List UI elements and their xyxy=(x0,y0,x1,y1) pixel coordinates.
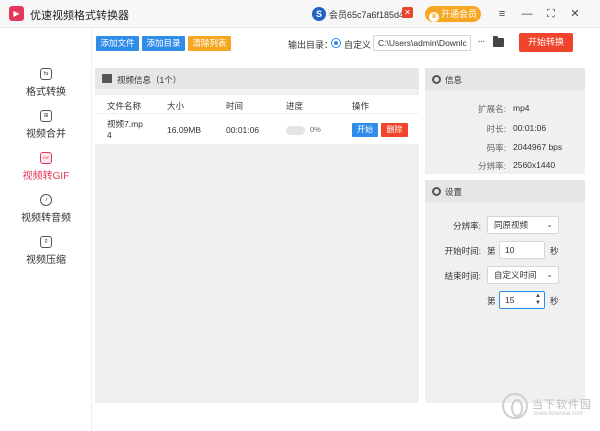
end-unit: 秒 xyxy=(550,296,559,306)
start-unit: 秒 xyxy=(550,246,559,256)
app-logo-icon: ▶ xyxy=(9,6,24,21)
sidebar-item-label: 视频转音频 xyxy=(21,213,71,224)
progress-bar xyxy=(286,126,305,135)
end-mode-value: 自定义时间 xyxy=(494,270,537,280)
watermark-subtext: www.downxia.com xyxy=(534,411,584,417)
sidebar-item-label: 视频合并 xyxy=(26,129,66,140)
sidebar-item-video-to-gif[interactable]: GIF 视频转GIF xyxy=(0,152,92,192)
settings-panel: 设置 分辨率: 同原视频 ⌄ 开始时间: 第 10 秒 结束时间: 自定义时间 … xyxy=(425,180,585,403)
start-prefix: 第 xyxy=(487,246,496,256)
start-convert-button[interactable]: 开始转换 xyxy=(519,33,573,52)
merge-icon: ⊞ xyxy=(40,110,52,122)
info-resolution-value: 2560x1440 xyxy=(513,160,556,170)
info-ext-label: 扩展名: xyxy=(478,104,506,114)
info-header: 信息 xyxy=(425,68,585,91)
output-path-field[interactable]: C:\Users\admin\Downlc xyxy=(373,35,471,51)
end-prefix: 第 xyxy=(487,296,496,306)
custom-dir-radio[interactable] xyxy=(331,38,341,48)
info-title: 信息 xyxy=(445,75,463,85)
stepper-icon[interactable]: ▲ ▼ xyxy=(535,293,541,307)
column-header-size: 大小 xyxy=(167,101,185,111)
maximize-icon[interactable]: ⛶ xyxy=(543,6,559,22)
open-vip-label: 开通会员 xyxy=(440,9,477,19)
end-time-label: 结束时间: xyxy=(444,271,481,281)
watermark-text: 当下软件园 xyxy=(532,399,592,411)
format-icon: ⇆ xyxy=(40,68,52,80)
member-id[interactable]: 会员65c7a6f185d4 xyxy=(329,8,404,21)
sidebar: ⇆ 格式转换 ⊞ 视频合并 GIF 视频转GIF ♪ 视频转音频 ⇕ 视频压缩 xyxy=(0,28,92,431)
gear-icon xyxy=(432,187,441,196)
info-resolution-label: 分辨率: xyxy=(478,161,506,171)
image-icon xyxy=(102,74,112,83)
sidebar-item-video-to-audio[interactable]: ♪ 视频转音频 xyxy=(0,194,92,234)
chevron-down-icon: ⌄ xyxy=(546,220,553,229)
title-bar: ▶ 优速视频格式转换器 S 会员65c7a6f185d4 ✕ ♛ 开通会员 ≡ —… xyxy=(0,0,600,28)
resolution-value: 同原视频 xyxy=(494,220,529,230)
add-directory-button[interactable]: 添加目录 xyxy=(142,36,185,51)
info-duration-label: 时长: xyxy=(486,124,506,134)
file-list-header: 视频信息（1个） xyxy=(95,68,419,89)
info-panel: 信息 扩展名: mp4 时长: 00:01:06 码率: 2044967 bps… xyxy=(425,68,585,174)
settings-title: 设置 xyxy=(445,187,463,197)
resolution-select[interactable]: 同原视频 ⌄ xyxy=(487,216,559,234)
start-time-label: 开始时间: xyxy=(444,246,481,256)
start-button[interactable]: 开始 xyxy=(352,123,378,137)
open-vip-button[interactable]: ♛ 开通会员 xyxy=(425,6,481,22)
end-mode-select[interactable]: 自定义时间 ⌄ xyxy=(487,266,559,284)
output-dir-label: 输出目录： xyxy=(288,40,334,50)
folder-icon[interactable] xyxy=(493,36,504,47)
sidebar-item-label: 格式转换 xyxy=(26,87,66,98)
info-bitrate-label: 码率: xyxy=(486,143,506,153)
delete-button[interactable]: 删除 xyxy=(381,123,408,137)
resolution-label: 分辨率: xyxy=(453,221,481,231)
settings-header: 设置 xyxy=(425,180,585,203)
table-header: 文件名称 大小 时间 进度 操作 xyxy=(95,95,419,113)
column-header-progress: 进度 xyxy=(286,101,304,111)
clear-list-button[interactable]: 清除列表 xyxy=(188,36,231,51)
info-ext-value: mp4 xyxy=(513,103,530,113)
more-options-icon[interactable]: ··· xyxy=(474,36,488,50)
info-duration-value: 00:01:06 xyxy=(513,123,547,133)
file-duration: 00:01:06 xyxy=(226,125,260,135)
add-file-button[interactable]: 添加文件 xyxy=(96,36,139,51)
crown-icon: ♛ xyxy=(428,12,439,22)
file-list-panel: 视频信息（1个） 文件名称 大小 时间 进度 操作 视频7.mp 4 16.09… xyxy=(95,68,419,403)
custom-dir-label[interactable]: 自定义 xyxy=(344,38,371,51)
start-time-input[interactable]: 10 xyxy=(499,241,545,259)
column-header-action: 操作 xyxy=(352,101,370,111)
app-title: 优速视频格式转换器 xyxy=(30,10,129,22)
table-row[interactable]: 视频7.mp 4 16.09MB 00:01:06 0% 开始 删除 xyxy=(95,114,419,144)
menu-icon[interactable]: ≡ xyxy=(494,6,510,22)
info-bitrate-value: 2044967 bps xyxy=(513,142,563,152)
member-badge-icon: ✕ xyxy=(402,7,413,18)
gear-icon xyxy=(432,75,441,84)
sidebar-item-video-compress[interactable]: ⇕ 视频压缩 xyxy=(0,236,92,276)
minimize-icon[interactable]: — xyxy=(519,6,535,22)
sidebar-item-label: 视频压缩 xyxy=(26,255,66,266)
file-list-title: 视频信息（1个） xyxy=(117,75,182,85)
chevron-down-icon: ⌄ xyxy=(546,270,553,279)
audio-icon: ♪ xyxy=(40,194,52,206)
column-header-name: 文件名称 xyxy=(107,101,142,111)
close-icon[interactable]: ✕ xyxy=(567,6,583,22)
watermark-logo-icon xyxy=(502,393,528,419)
sidebar-item-video-merge[interactable]: ⊞ 视频合并 xyxy=(0,110,92,150)
app-window: ▶ 优速视频格式转换器 S 会员65c7a6f185d4 ✕ ♛ 开通会员 ≡ —… xyxy=(0,0,600,431)
file-name: 视频7.mp xyxy=(107,119,143,129)
file-size: 16.09MB xyxy=(167,125,202,135)
gif-icon: GIF xyxy=(40,152,52,164)
compress-icon: ⇕ xyxy=(40,236,52,248)
column-header-time: 时间 xyxy=(226,101,244,111)
end-time-value: 15 xyxy=(505,295,515,305)
file-name-cont: 4 xyxy=(107,130,112,140)
sidebar-item-format-convert[interactable]: ⇆ 格式转换 xyxy=(0,68,92,108)
end-time-input[interactable]: 15 ▲ ▼ xyxy=(499,291,545,309)
member-icon: S xyxy=(312,7,326,21)
sidebar-item-label: 视频转GIF xyxy=(22,171,70,182)
progress-percent: 0% xyxy=(310,125,321,134)
